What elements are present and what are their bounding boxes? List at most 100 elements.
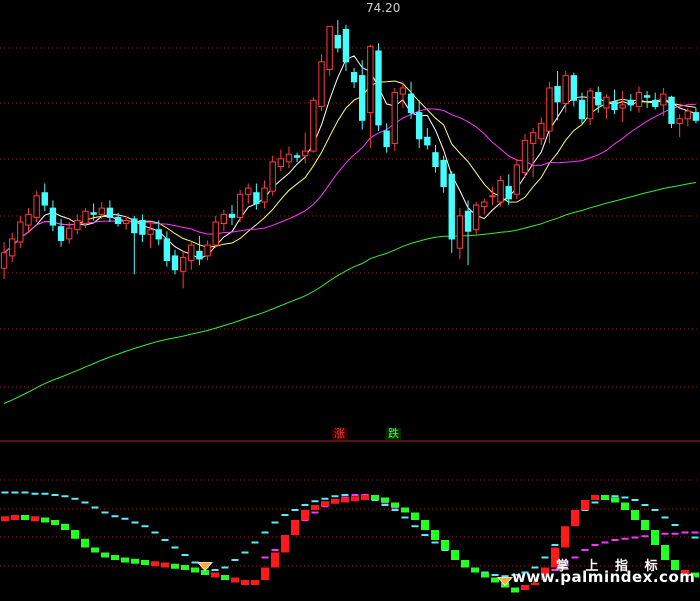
- indicator-bar-fall: [381, 497, 389, 503]
- candle-up: [9, 238, 16, 257]
- candle-down: [49, 207, 57, 226]
- candle-down: [228, 213, 236, 218]
- indicator-bar-rise: [361, 495, 369, 500]
- indicator-fall-label: 跌: [386, 427, 401, 440]
- candle-up: [562, 75, 569, 104]
- indicator-bar-rise: [281, 535, 289, 553]
- indicator-bar-fall: [91, 547, 99, 553]
- indicator-bar-rise: [351, 496, 359, 502]
- indicator-bar-fall: [511, 587, 519, 593]
- candle-down: [139, 219, 146, 235]
- candle-up: [538, 122, 545, 140]
- candle-down: [448, 173, 455, 240]
- candle-down: [595, 92, 602, 106]
- indicator-bar-fall: [641, 520, 649, 530]
- candle-up: [25, 213, 32, 226]
- candle-down: [90, 212, 97, 215]
- candle-up: [399, 87, 407, 95]
- candle-up: [285, 153, 293, 163]
- indicator-bar-rise: [161, 562, 169, 568]
- candle-up: [269, 161, 276, 192]
- indicator-rise-label: 涨: [332, 427, 347, 440]
- indicator-bar-fall: [441, 540, 449, 550]
- indicator-bar-fall: [61, 523, 69, 530]
- indicator-bar-fall: [181, 565, 189, 570]
- indicator-bar-rise: [571, 510, 579, 527]
- candle-down: [350, 72, 358, 83]
- candle-up: [660, 93, 667, 106]
- candle-down: [342, 28, 350, 63]
- indicator-bar-fall: [601, 495, 609, 500]
- candle-up: [521, 139, 529, 174]
- indicator-bar-rise: [211, 572, 219, 578]
- indicator-bar-fall: [101, 552, 109, 558]
- indicator-bar-fall: [111, 555, 119, 560]
- indicator-bar-fall: [451, 550, 459, 560]
- indicator-bar-fall: [401, 507, 409, 513]
- indicator-bar-fall: [411, 512, 419, 520]
- candle-up: [66, 227, 73, 240]
- indicator-bar-rise: [1, 516, 9, 522]
- indicator-bar-fall: [121, 557, 129, 563]
- candle-down: [383, 130, 390, 148]
- candle-down: [692, 112, 700, 121]
- candle-up: [481, 201, 488, 208]
- candle-up: [529, 132, 537, 144]
- candle-up: [179, 256, 187, 272]
- indicator-bar-fall: [431, 530, 439, 540]
- candle-down: [155, 229, 162, 240]
- candle-down: [253, 192, 260, 205]
- candlestick-series: [0, 20, 700, 289]
- indicator-bar-fall: [621, 502, 629, 510]
- candle-up: [98, 207, 105, 215]
- candle-down: [375, 50, 382, 126]
- indicator-bar-fall: [611, 497, 619, 503]
- candle-down: [432, 152, 439, 168]
- indicator-bar-rise: [341, 497, 349, 503]
- candle-up: [310, 99, 317, 152]
- candle-up: [147, 229, 154, 235]
- grid-lines: [0, 47, 700, 567]
- candle-up: [456, 215, 464, 249]
- candle-down: [359, 75, 366, 121]
- candle-up: [204, 244, 211, 257]
- candle-up: [489, 195, 496, 198]
- candle-down: [131, 218, 138, 234]
- candle-up: [74, 219, 81, 231]
- candle-down: [416, 112, 423, 140]
- candle-down: [114, 216, 122, 225]
- indicator-bar-rise: [561, 526, 569, 548]
- indicator-bar-fall: [391, 502, 399, 508]
- candle-down: [627, 99, 635, 106]
- candle-up: [619, 104, 626, 109]
- indicator-bar-fall: [461, 560, 469, 568]
- stock-chart: [0, 20, 700, 593]
- candle-down: [293, 155, 301, 158]
- candle-up: [367, 45, 374, 114]
- candle-down: [41, 192, 48, 206]
- indicator-bar-rise: [331, 498, 339, 504]
- indicator-bar-rise: [291, 520, 299, 535]
- candle-up: [302, 150, 309, 157]
- indicator-bar-fall: [471, 567, 479, 573]
- indicator-bar-fall: [491, 577, 499, 583]
- candle-up: [318, 61, 325, 107]
- indicator-bar-fall: [41, 517, 49, 523]
- candle-up: [236, 193, 244, 218]
- indicator-bar-fall: [191, 567, 199, 573]
- indicator-bar-fall: [171, 563, 179, 569]
- indicator-bar-fall: [481, 572, 489, 578]
- candle-up: [497, 179, 504, 203]
- indicator-bar-fall: [421, 520, 429, 530]
- indicator-bar-fall: [221, 575, 229, 580]
- candle-up: [17, 221, 24, 243]
- indicator-bar-fall: [71, 530, 79, 539]
- indicator-bar-rise: [271, 552, 279, 568]
- candle-up: [472, 204, 480, 231]
- diamond-marker-icon: [497, 577, 513, 587]
- candle-up: [586, 90, 594, 120]
- ma20-line: [3, 103, 696, 254]
- candle-up: [513, 164, 521, 195]
- indicator-bar-rise: [241, 580, 249, 585]
- candle-up: [676, 118, 683, 124]
